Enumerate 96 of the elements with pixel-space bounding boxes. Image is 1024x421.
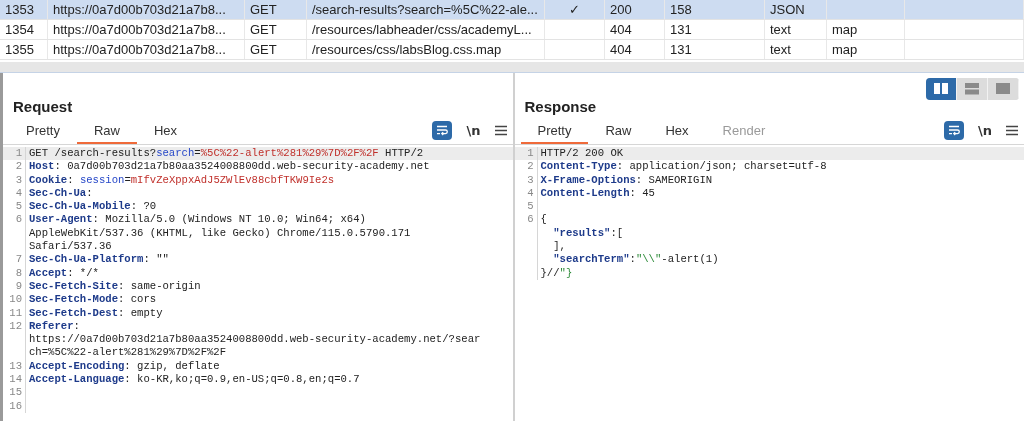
view-tab[interactable]: Hex (137, 120, 195, 144)
code-line: Referer: (28, 319, 80, 334)
view-tab[interactable]: Pretty (9, 120, 77, 144)
code-line: Cookie: session=mIfvZeXppxAdJ5ZWlEv88cbfTKW9Ie2s (28, 173, 335, 187)
line-number: 1 (527, 147, 534, 161)
table-cell-text: /resources/labheader/css/academyL... (312, 21, 532, 39)
table-cell-text: 158 (670, 1, 692, 19)
layout-toggle-button[interactable] (926, 78, 957, 100)
code-line: ], (552, 240, 566, 254)
code-line: AppleWebKit/537.36 (KHTML, like Gecko) Chrome/115.0.5790.171 (28, 226, 411, 241)
line-number: 12 (9, 319, 22, 334)
code-line: GET /search-results?search=%5C%22-alert%281%29%7D%2F%2F HTTP/2 (28, 147, 424, 161)
wrap-lines-button[interactable] (944, 121, 964, 140)
table-cell-text: 1354 (5, 21, 34, 39)
table-cell-text: GET (250, 41, 277, 59)
code-line: Host: 0a7d00b703d21a7b80aa3524008800dd.web-security-academy.net (28, 160, 430, 174)
code-line: https://0a7d00b703d21a7b80aa3524008800dd.web-security-academy.net/?sear (28, 333, 481, 347)
layout-icon (965, 83, 979, 95)
line-number: 5 (527, 200, 534, 214)
table-cell-text: 1355 (5, 41, 34, 59)
request-row[interactable]: 1354 https://0a7d00b703d21a7b8... GET /resources/labheader/css/academyL... 404 131 text map (0, 20, 1024, 40)
newline-toggle[interactable]: \n (978, 123, 992, 138)
table-cell-text: text (770, 41, 791, 59)
table-cell-text: 404 (610, 21, 632, 39)
table-cell-text: GET (250, 1, 277, 19)
request-row[interactable]: 1355 https://0a7d00b703d21a7b8... GET /resources/css/labsBlog.css.map 404 131 text map (0, 40, 1024, 60)
code-line: Accept: */* (28, 266, 99, 280)
wrap-lines-button[interactable] (432, 121, 453, 140)
view-tab[interactable]: Hex (648, 120, 706, 144)
table-cell-text: JSON (770, 1, 805, 19)
line-number: 14 (9, 373, 22, 387)
line-number: 16 (9, 399, 22, 413)
layout-icon (996, 83, 1010, 95)
wrap-icon (948, 125, 960, 136)
line-number: 3 (15, 173, 22, 187)
line-number: 11 (9, 306, 22, 320)
code-line: }//"} (539, 266, 573, 280)
code-line: ch=%5C%22-alert%281%29%7D%2F%2F (28, 346, 227, 360)
code-line: X-Frame-Options: SAMEORIGIN (539, 173, 713, 187)
table-cell-text: https://0a7d00b703d21a7b8... (53, 1, 226, 19)
code-line: Sec-Ch-Ua-Mobile: ?0 (28, 200, 157, 214)
newline-toggle[interactable]: \n (466, 123, 481, 138)
line-number: 2 (15, 160, 22, 174)
code-line: Sec-Ch-Ua-Platform: "" (28, 253, 169, 267)
panel-title: Request (13, 98, 73, 115)
code-line: Sec-Fetch-Dest: empty (28, 306, 163, 320)
table-cell-text: /resources/css/labsBlog.css.map (312, 41, 502, 59)
code-line: "results":[ (552, 226, 624, 241)
table-cell-text: 404 (610, 41, 632, 59)
line-number: 10 (9, 293, 22, 307)
table-cell-text: https://0a7d00b703d21a7b8... (53, 21, 226, 39)
table-cell-text: GET (250, 21, 277, 39)
code-line: Accept-Language: ko-KR,ko;q=0.9,en-US;q=0.8,en;q=0.7 (28, 373, 360, 387)
wrap-icon (436, 125, 449, 136)
table-cell-text: /search-results?search=%5C%22-ale... (312, 1, 538, 19)
check-mark: ✓ (569, 1, 580, 19)
request-row[interactable]: 1353 https://0a7d00b703d21a7b8... GET /search-results?search=%5C%22-ale... ✓ 200 158 JSON (0, 0, 1024, 20)
panel-title: Response (524, 98, 597, 115)
table-cell-text: 131 (670, 41, 692, 59)
table-cell-text: 200 (610, 1, 632, 19)
line-number: 4 (527, 186, 534, 201)
view-tab[interactable]: Pretty (520, 120, 589, 144)
line-number: 1 (15, 147, 22, 161)
line-number: 3 (527, 173, 534, 187)
line-number: 4 (15, 186, 22, 201)
code-line: Sec-Ch-Ua: (28, 186, 93, 201)
line-number: 2 (527, 160, 534, 174)
menu-icon[interactable] (494, 125, 507, 136)
code-line: HTTP/2 200 OK (539, 147, 624, 161)
code-line: Safari/537.36 (28, 240, 112, 254)
line-number: 8 (15, 266, 22, 280)
line-number: 6 (527, 213, 534, 227)
code-line: Sec-Fetch-Site: same-origin (28, 279, 201, 294)
code-line: Content-Type: application/json; charset=utf-8 (539, 160, 827, 174)
line-number: 6 (15, 213, 22, 227)
layout-icon (934, 83, 948, 95)
view-tab[interactable]: Raw (76, 120, 137, 144)
line-number: 7 (15, 253, 22, 267)
view-tab[interactable]: Raw (588, 120, 649, 144)
code-line: Sec-Fetch-Mode: cors (28, 293, 157, 307)
code-line: { (539, 213, 547, 227)
table-cell-text: map (832, 41, 858, 59)
line-number: 13 (9, 359, 22, 374)
table-cell-text: 1353 (5, 1, 34, 19)
code-line: Content-Length: 45 (539, 186, 655, 201)
line-number: 15 (9, 386, 22, 400)
code-line: Accept-Encoding: gzip, deflate (28, 359, 220, 374)
table-cell-text: 131 (670, 21, 692, 39)
code-line: User-Agent: Mozilla/5.0 (Windows NT 10.0; Win64; x64) (28, 213, 366, 227)
line-number: 5 (15, 200, 22, 214)
table-cell-text: text (770, 21, 791, 39)
table-cell-text: https://0a7d00b703d21a7b8... (53, 41, 226, 59)
table-cell-text: map (832, 21, 858, 39)
code-line: "searchTerm":"\\"-alert(1) (552, 253, 719, 267)
menu-icon[interactable] (1006, 125, 1018, 136)
line-number: 9 (15, 279, 22, 294)
